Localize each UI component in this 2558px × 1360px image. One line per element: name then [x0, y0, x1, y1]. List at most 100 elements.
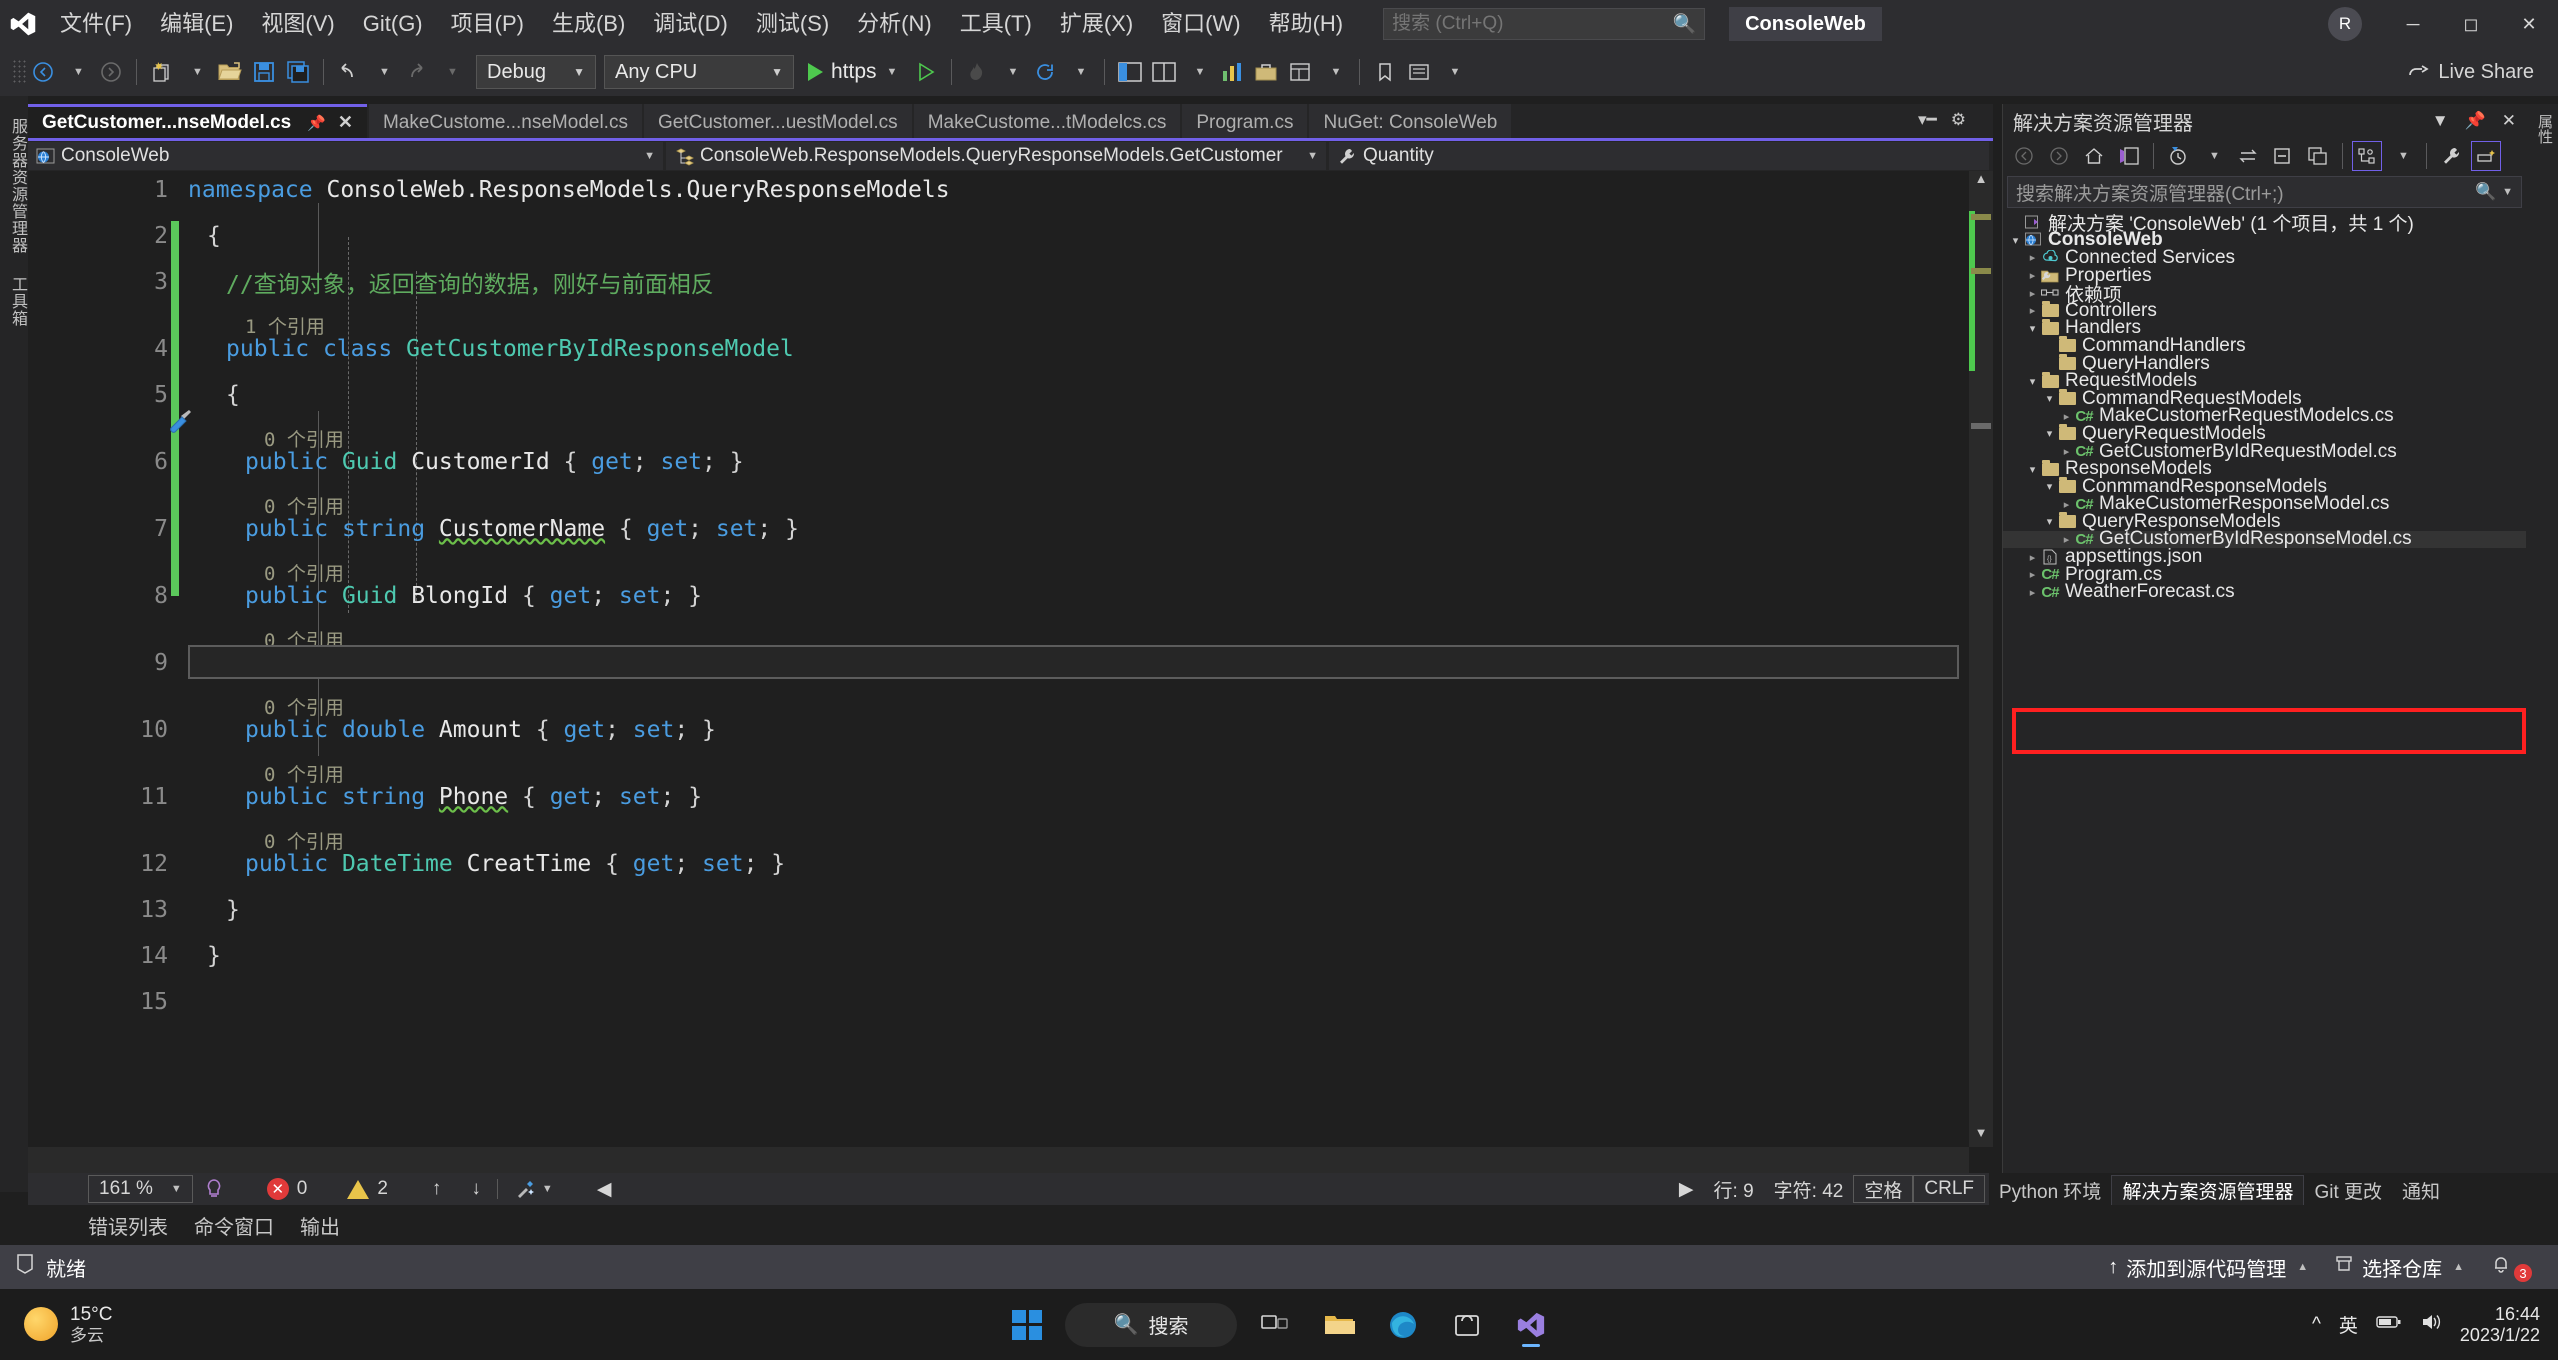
editor-tab-make-customer-response[interactable]: MakeCustome...nseModel.cs [368, 104, 642, 138]
chevron-down-icon[interactable]: ▼ [887, 66, 898, 78]
redo-icon[interactable] [400, 52, 434, 92]
close-icon[interactable]: ✕ [2500, 0, 2558, 48]
panel-tab-python-env[interactable]: Python 环境 [1989, 1175, 2111, 1205]
menu-item-window[interactable]: 窗口(W) [1147, 0, 1254, 48]
hot-reload-dropdown[interactable]: ▼ [994, 52, 1028, 92]
menu-item-test[interactable]: 测试(S) [742, 0, 843, 48]
store-icon[interactable] [1441, 1299, 1493, 1351]
rail-item-properties[interactable]: 属性 [2534, 114, 2555, 144]
arrow-down-icon[interactable]: ↓ [461, 1175, 491, 1203]
menu-item-file[interactable]: 文件(F) [46, 0, 146, 48]
close-icon[interactable]: ✕ [2502, 111, 2516, 131]
visual-studio-icon[interactable] [1505, 1299, 1557, 1351]
collapse-left-icon[interactable]: ◀ [587, 1175, 622, 1203]
scroll-down-arrow-icon[interactable]: ▼ [1969, 1125, 1993, 1147]
chevron-down-icon[interactable]: ▾ [2043, 480, 2056, 493]
switch-views-icon[interactable] [2114, 141, 2144, 171]
configuration-combo[interactable]: Debug ▼ [476, 55, 596, 89]
new-project-icon[interactable] [145, 52, 179, 92]
expand-right-icon[interactable]: ▶ [1669, 1175, 1704, 1203]
code-line[interactable]: 1 namespace ConsoleWeb.ResponseModels.Que… [28, 177, 949, 203]
chevron-down-icon[interactable]: ▼ [2502, 186, 2513, 198]
chevron-right-icon[interactable]: ▸ [2026, 287, 2039, 300]
menu-item-project[interactable]: 项目(P) [437, 0, 538, 48]
tab-overflow-icon[interactable]: ▾━ [1918, 110, 1937, 130]
tree-item-weatherforecast-cs[interactable]: ▸ C# WeatherForecast.cs [2003, 581, 2526, 602]
editor-tab-nuget[interactable]: NuGet: ConsoleWeb [1309, 104, 1512, 138]
code-line[interactable]: 2{ [28, 223, 221, 249]
window-layout-icon[interactable] [1113, 52, 1147, 92]
battery-icon[interactable] [2376, 1313, 2402, 1337]
search-input[interactable] [1392, 13, 1669, 35]
save-all-icon[interactable] [281, 52, 315, 92]
maximize-icon[interactable]: ◻ [2442, 0, 2500, 48]
run-button[interactable]: https ▼ [808, 60, 897, 84]
navigate-back-icon[interactable] [2009, 141, 2039, 171]
code-line[interactable]: 14} [28, 943, 221, 969]
code-line[interactable]: 15 [28, 989, 188, 1015]
code-editor[interactable]: − 1namespace ConsoleWeb.ResponseModels.Q… [28, 171, 1993, 1173]
solution-name-pill[interactable]: ConsoleWeb [1729, 7, 1882, 41]
wrench-icon[interactable] [2436, 141, 2466, 171]
windows-start-icon[interactable] [1001, 1299, 1053, 1351]
codelens-reference[interactable]: 0 个引用 [28, 562, 344, 585]
split-view-icon[interactable] [1147, 52, 1181, 92]
chevron-right-icon[interactable]: ▸ [2026, 304, 2039, 317]
dock-tab-output[interactable]: 输出 [300, 1211, 340, 1240]
toolbar-grip[interactable] [12, 59, 26, 85]
editor-vertical-scrollbar[interactable]: ▲ ▼ [1969, 171, 1993, 1147]
chevron-right-icon[interactable]: ▸ [2026, 269, 2039, 282]
undo-icon[interactable] [332, 52, 366, 92]
properties-dropdown[interactable]: ▼ [1317, 52, 1351, 92]
editor-tab-get-customer-request[interactable]: GetCustomer...uestModel.cs [643, 104, 912, 138]
editor-tab-make-customer-request[interactable]: MakeCustome...tModelcs.cs [913, 104, 1181, 138]
chevron-down-icon[interactable]: ▾ [2009, 234, 2022, 247]
taskbar-weather-widget[interactable]: 15°C 多云 [0, 1304, 112, 1345]
navbar-type-combo[interactable]: ConsoleWeb.ResponseModels.QueryResponseM… [666, 142, 1326, 170]
chevron-right-icon[interactable]: ▸ [2026, 551, 2039, 564]
code-line[interactable]: 3 //查询对象，返回查询的数据，刚好与前面相反 [28, 269, 714, 298]
panel-tab-git-changes[interactable]: Git 更改 [2304, 1175, 2392, 1205]
chevron-right-icon[interactable]: ▸ [2026, 586, 2039, 599]
menu-item-tools[interactable]: 工具(T) [946, 0, 1046, 48]
editor-tab-program[interactable]: Program.cs [1182, 104, 1308, 138]
code-line[interactable]: 5{ [28, 382, 240, 408]
navigate-forward-icon[interactable] [94, 52, 128, 92]
editor-tab-active[interactable]: GetCustomer...nseModel.cs 📌 ✕ [28, 104, 367, 138]
navigate-forward-icon[interactable] [2044, 141, 2074, 171]
select-repository-button[interactable]: 选择仓库 ▲ [2334, 1253, 2464, 1282]
sync-with-active-document-icon[interactable] [2233, 141, 2263, 171]
collapse-all-icon[interactable] [2268, 141, 2298, 171]
code-line[interactable]: 8 public Guid BlongId { get; set; } [28, 583, 702, 609]
edge-icon[interactable] [1377, 1299, 1429, 1351]
dock-tab-command-window[interactable]: 命令窗口 [194, 1211, 274, 1240]
solution-tree[interactable]: 解决方案 'ConsoleWeb' (1 个项目，共 1 个) ▾ ConsoleW… [2003, 214, 2526, 602]
menu-item-help[interactable]: 帮助(H) [1255, 0, 1358, 48]
volume-icon[interactable] [2420, 1312, 2442, 1338]
menu-item-extensions[interactable]: 扩展(X) [1046, 0, 1147, 48]
chevron-down-icon[interactable]: ▼ [542, 1183, 553, 1195]
chevron-right-icon[interactable]: ▸ [2026, 251, 2039, 264]
code-line[interactable]: 11 public string Phone { get; set; } [28, 784, 702, 810]
open-folder-icon[interactable] [213, 52, 247, 92]
chevron-down-icon[interactable]: ▾ [2026, 322, 2039, 335]
avatar[interactable]: R [2328, 7, 2362, 41]
preview-selected-items-icon[interactable] [2471, 141, 2501, 171]
code-line[interactable]: 6 public Guid CustomerId { get; set; } [28, 449, 743, 475]
global-search[interactable]: 🔍 [1383, 8, 1706, 40]
code-line[interactable]: 7 public string CustomerName { get; set; … [28, 516, 799, 542]
navigate-back-icon[interactable] [26, 52, 60, 92]
code-line[interactable]: 13} [28, 897, 240, 923]
menu-item-edit[interactable]: 编辑(E) [146, 0, 247, 48]
taskbar-clock[interactable]: 16:44 2023/1/22 [2460, 1304, 2540, 1345]
editor-horizontal-scrollbar[interactable] [28, 1147, 1969, 1173]
menu-item-git[interactable]: Git(G) [349, 0, 437, 48]
split-view-dropdown[interactable]: ▼ [1181, 52, 1215, 92]
intellicode-icon[interactable] [193, 1175, 235, 1203]
chevron-down-icon[interactable]: ▾ [2043, 392, 2056, 405]
taskbar-search[interactable]: 🔍 搜索 [1065, 1302, 1237, 1347]
menu-item-debug[interactable]: 调试(D) [639, 0, 742, 48]
chevron-down-icon-2[interactable]: ▼ [2387, 141, 2417, 171]
indentation-setting[interactable]: 空格 [1853, 1175, 1914, 1203]
warning-count[interactable]: 2 [337, 1175, 398, 1203]
